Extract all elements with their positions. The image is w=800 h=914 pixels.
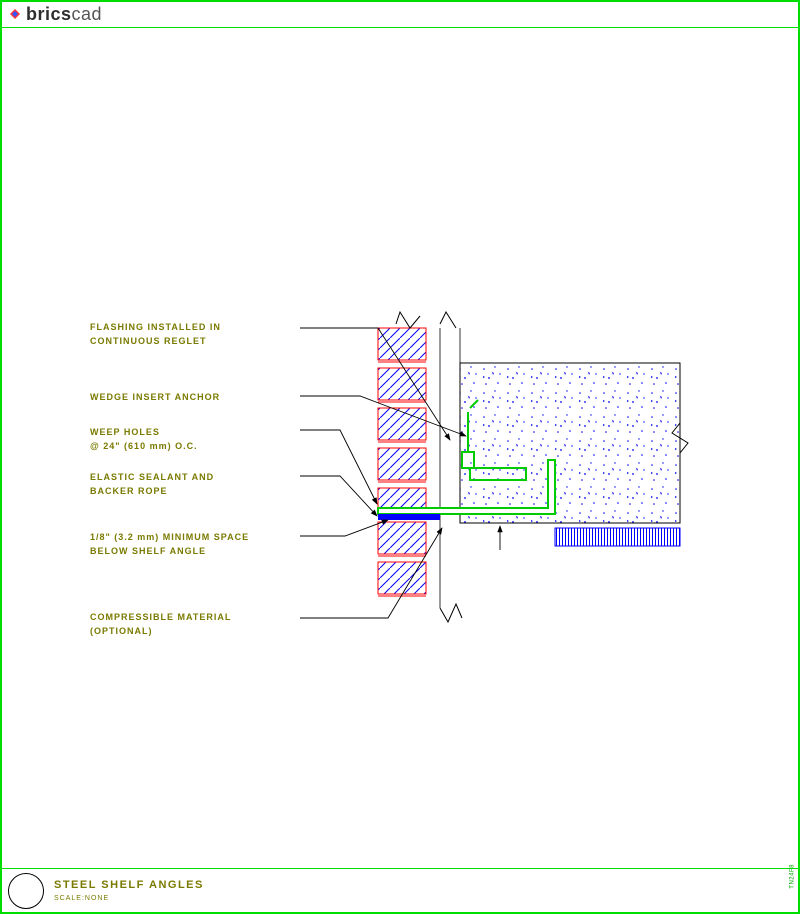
concrete-slab [460,363,688,523]
drawing-scale: SCALE:NONE [54,895,204,902]
bricscad-logo-icon [8,8,22,22]
title-circle-icon [8,873,44,909]
left-wythe [378,328,426,596]
brand-first: brics [26,4,72,24]
brand-text: bricscad [26,4,102,25]
drawing-title: STEEL SHELF ANGLES [54,879,204,891]
header: bricscad [2,2,798,28]
brand-second: cad [72,4,103,24]
title-text: STEEL SHELF ANGLES SCALE:NONE [54,879,204,902]
insulation [555,528,680,546]
technical-drawing [0,28,800,868]
sealant-joint [378,514,440,520]
title-block: STEEL SHELF ANGLES SCALE:NONE [2,868,798,912]
